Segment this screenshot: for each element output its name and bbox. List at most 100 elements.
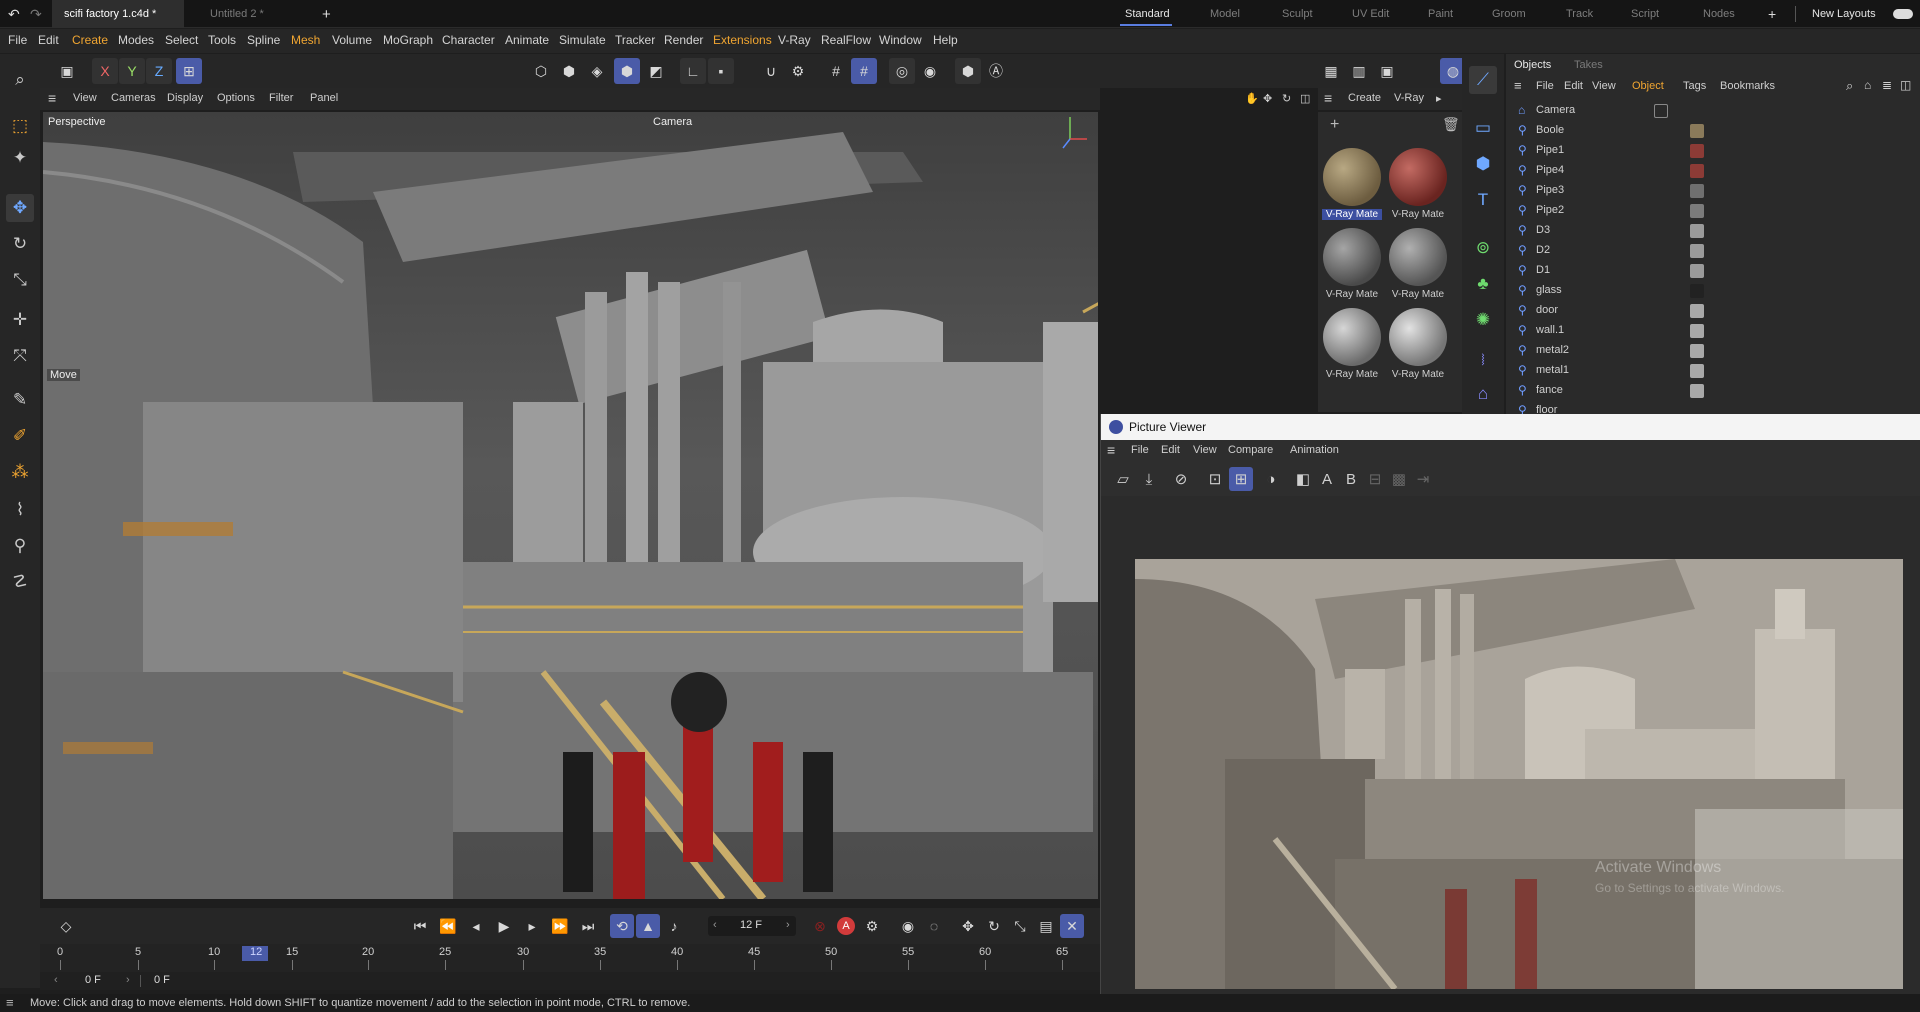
object-row[interactable]: ⚲ D3 (1506, 221, 1920, 241)
ab-compare-icon[interactable]: ◧ (1291, 467, 1315, 491)
material-swatch[interactable]: V-Ray Mate (1388, 308, 1448, 386)
object-row[interactable]: ⚲ wall.1 (1506, 321, 1920, 341)
tab-document-untitled[interactable]: Untitled 2 * (198, 0, 316, 28)
pla-key-icon[interactable]: ✕ (1060, 914, 1084, 938)
record-position-icon[interactable]: ⊗ (808, 914, 832, 938)
render-picture-icon[interactable]: ▥ (1346, 58, 1372, 84)
undo-icon[interactable]: ↶ (8, 6, 20, 23)
pv-menu-file[interactable]: File (1131, 444, 1149, 456)
cloner-icon[interactable]: ⊚ (1469, 234, 1497, 262)
start-frame-field[interactable]: 0 F (85, 974, 101, 986)
object-row[interactable]: ⚲ Pipe4 (1506, 161, 1920, 181)
material-tag-icon[interactable] (1690, 284, 1704, 298)
fit-view-icon[interactable]: ▣ (54, 58, 80, 84)
menu-help[interactable]: Help (933, 33, 958, 47)
pv-menu-animation[interactable]: Animation (1290, 444, 1339, 456)
pv-menu-compare[interactable]: Compare (1228, 444, 1273, 456)
spline-pen-icon[interactable]: ✎ (6, 386, 34, 414)
menu-character[interactable]: Character (442, 33, 495, 47)
swap-icon[interactable]: ⊟ (1363, 467, 1387, 491)
axis-mode-icon[interactable]: ∟ (680, 58, 706, 84)
tab-takes[interactable]: Takes (1574, 59, 1603, 71)
chevron-left-icon[interactable]: ‹ (54, 974, 58, 986)
rotate-tool-icon[interactable]: ↻ (6, 230, 34, 258)
menu-extensions[interactable]: Extensions (713, 33, 772, 47)
effector-icon[interactable]: ✺ (1469, 306, 1497, 334)
rectangle-icon[interactable]: ▭ (1469, 114, 1497, 142)
compare-b-button[interactable]: B (1339, 467, 1363, 491)
material-tag-icon[interactable] (1690, 344, 1704, 358)
chevron-right-icon[interactable]: › (786, 919, 790, 931)
filter-icon[interactable]: ≣ (1882, 78, 1892, 92)
camera-nav-icon[interactable]: ⌕ (6, 66, 34, 94)
material-tag-icon[interactable] (1690, 304, 1704, 318)
key-settings-icon[interactable]: ⚙ (860, 914, 884, 938)
layout-tab-sculpt[interactable]: Sculpt (1282, 6, 1313, 23)
current-frame-field[interactable]: ‹ 12 F › (708, 916, 796, 936)
scale-tool-icon[interactable]: ⤡ (6, 266, 34, 294)
menu-vray[interactable]: V-Ray (778, 33, 811, 47)
maximize-icon[interactable]: ◫ (1300, 92, 1310, 105)
interactive-region-icon[interactable]: ⊞ (1229, 467, 1253, 491)
layout-tab-standard[interactable]: Standard (1125, 6, 1170, 23)
menu-create[interactable]: Create (72, 33, 108, 47)
object-row[interactable]: ⚲ Pipe3 (1506, 181, 1920, 201)
sound-icon[interactable]: ♪ (662, 914, 686, 938)
loop-icon[interactable]: ⟲ (610, 914, 634, 938)
chevron-right-icon[interactable]: › (126, 974, 130, 986)
hamburger-icon[interactable]: ≡ (48, 90, 56, 106)
object-row[interactable]: ⚲ glass (1506, 281, 1920, 301)
object-row[interactable]: ⚲ floor (1506, 401, 1920, 414)
menu-edit[interactable]: Edit (38, 33, 59, 47)
prev-frame-icon[interactable]: ◂ (464, 914, 488, 938)
param-key-icon[interactable]: ▤ (1034, 914, 1058, 938)
vray-logo-icon[interactable]: ⬢ (955, 58, 981, 84)
pv-menu-edit[interactable]: Edit (1161, 444, 1180, 456)
material-tag-icon[interactable] (1690, 244, 1704, 258)
axis-z-button[interactable]: Z (146, 58, 172, 84)
object-row[interactable]: ⚲ metal2 (1506, 341, 1920, 361)
render-queue-icon[interactable]: ▣ (1374, 58, 1400, 84)
cube-icon[interactable]: ⬢ (1469, 150, 1497, 178)
objects-menu-file[interactable]: File (1536, 80, 1554, 92)
go-to-start-icon[interactable]: ⏮ (408, 914, 432, 938)
object-row[interactable]: ⚲ D2 (1506, 241, 1920, 261)
tab-objects[interactable]: Objects (1514, 59, 1551, 71)
render-image[interactable]: Activate Windows Go to Settings to activ… (1135, 559, 1903, 989)
layers-icon[interactable]: ▩ (1387, 467, 1411, 491)
edges-mode-icon[interactable]: ⬢ (556, 58, 582, 84)
keyframe-selection-icon[interactable]: ◉ (896, 914, 920, 938)
material-swatch[interactable]: V-Ray Mate (1388, 148, 1448, 226)
autokey-icon[interactable]: A (834, 914, 858, 938)
compare-a-button[interactable]: A (1315, 467, 1339, 491)
menu-tools[interactable]: Tools (208, 33, 236, 47)
menu-modes[interactable]: Modes (118, 33, 154, 47)
viewport-menu-view[interactable]: View (73, 92, 97, 104)
delete-material-icon[interactable]: 🗑 (1442, 116, 1460, 133)
material-swatch[interactable]: V-Ray Mate (1322, 228, 1382, 306)
render-settings-icon[interactable]: ◉ (917, 58, 943, 84)
add-tab-button[interactable]: + (322, 6, 331, 23)
timeline-ruler[interactable]: 0 5 10 15 20 25 30 35 40 45 50 55 60 65 … (40, 944, 1100, 972)
material-tag-icon[interactable] (1690, 224, 1704, 238)
new-window-icon[interactable]: ◫ (1900, 78, 1911, 92)
text-icon[interactable]: T (1469, 186, 1497, 214)
polygons-mode-icon[interactable]: ◈ (584, 58, 610, 84)
layout-tab-track[interactable]: Track (1566, 6, 1593, 23)
mograph-icon[interactable]: ⁂ (6, 458, 34, 486)
next-frame-icon[interactable]: ▸ (520, 914, 544, 938)
viewport-menu-display[interactable]: Display (167, 92, 203, 104)
objects-menu-object[interactable]: Object (1632, 80, 1664, 92)
menu-window[interactable]: Window (879, 33, 922, 47)
viewport-menu-cameras[interactable]: Cameras (111, 92, 156, 104)
save-icon[interactable]: ⤓ (1137, 467, 1161, 491)
menu-mograph[interactable]: MoGraph (383, 33, 433, 47)
tab-document-active[interactable]: scifi factory 1.c4d * × (52, 0, 184, 48)
pv-menu-view[interactable]: View (1193, 444, 1217, 456)
end-frame-field[interactable]: 0 F (154, 974, 170, 986)
material-tag-icon[interactable] (1690, 384, 1704, 398)
rotate-view-icon[interactable]: ↻ (1282, 92, 1291, 105)
move-tool-icon[interactable]: ✥ (6, 194, 34, 222)
viewport-menu-panel[interactable]: Panel (310, 92, 338, 104)
rotate-key-icon[interactable]: ↻ (982, 914, 1006, 938)
